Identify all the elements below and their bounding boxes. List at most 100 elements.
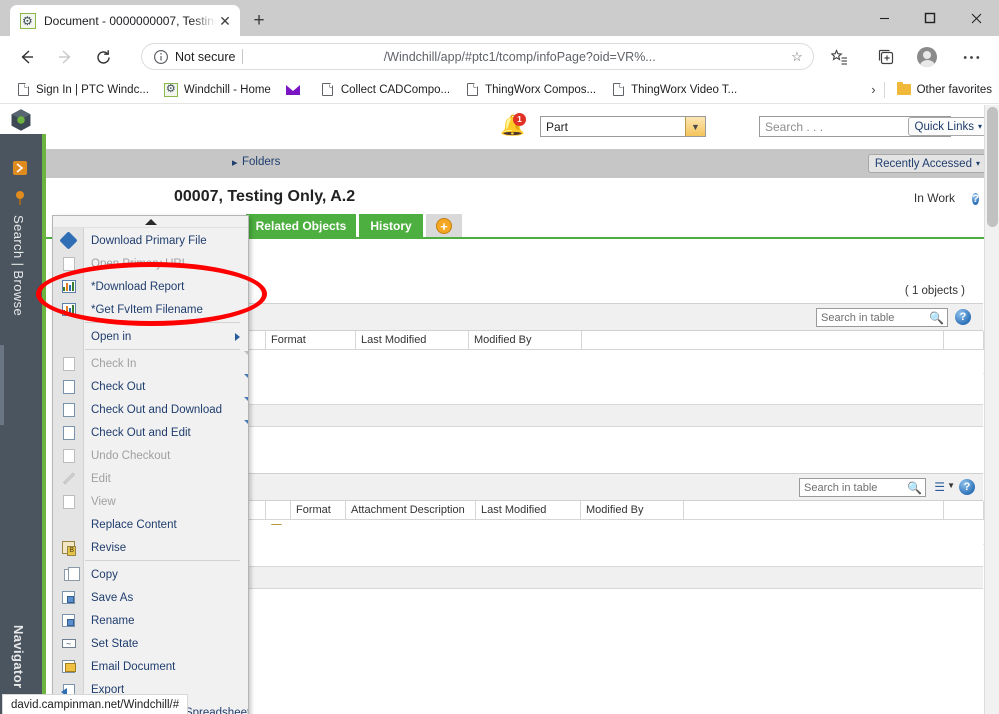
chevron-down-icon: ▾ — [977, 122, 982, 131]
chevron-down-icon[interactable]: ▼ — [685, 117, 705, 136]
pin-icon[interactable] — [9, 187, 31, 209]
menu-item-edit: Edit — [53, 467, 248, 490]
browser-navbar: Not secure /Windchill/app/#ptc1/tcomp/in… — [0, 36, 999, 76]
bookmark-item[interactable] — [278, 78, 313, 102]
col-extra[interactable] — [683, 501, 944, 520]
recently-accessed-button[interactable]: Recently Accessed ▾ — [867, 154, 987, 173]
copy-icon — [53, 563, 84, 586]
col-modified-by[interactable]: Modified By — [580, 501, 684, 520]
menu-item-label: View — [91, 495, 116, 508]
back-arrow-icon[interactable] — [14, 44, 40, 70]
search-type-select[interactable]: Part ▼ — [540, 116, 706, 137]
col-attachment-description[interactable]: Attachment Description — [345, 501, 476, 520]
close-window-icon[interactable] — [953, 0, 999, 36]
bookmarks-overflow: › Other favorites — [863, 78, 999, 102]
ptc-windchill-logo[interactable] — [0, 105, 42, 134]
magnifier-icon[interactable]: 🔍 — [904, 481, 925, 495]
col-modified-by[interactable]: Modified By — [468, 331, 582, 350]
bookmark-item[interactable]: Windchill - Home — [156, 78, 278, 102]
table-search-input[interactable] — [800, 480, 905, 495]
reload-icon[interactable] — [90, 44, 116, 70]
magnifier-icon[interactable]: 🔍 — [926, 311, 947, 325]
table-search-2[interactable]: 🔍 — [799, 478, 926, 497]
search-input[interactable] — [760, 118, 922, 135]
menu-item-check-out-and-edit[interactable]: Check Out and Edit — [53, 420, 248, 444]
col-last-modified[interactable]: Last Modified — [355, 331, 469, 350]
menu-item-check-out-and-download[interactable]: Check Out and Download — [53, 397, 248, 421]
add-tab-button[interactable]: + — [426, 214, 462, 237]
help-icon[interactable]: ? — [972, 193, 979, 205]
content-panel-1-body — [236, 355, 983, 404]
report-chart-icon — [53, 298, 84, 321]
maximize-icon[interactable] — [907, 0, 953, 36]
help-icon[interactable]: ? — [959, 479, 975, 495]
settings-more-icon[interactable] — [958, 44, 984, 70]
breadcrumb-folders-link[interactable]: Folders — [242, 156, 280, 168]
menu-item-download-report[interactable]: *Download Report — [53, 275, 248, 298]
col-format[interactable]: Format — [265, 331, 356, 350]
menu-item-revise[interactable]: Revise — [53, 536, 248, 559]
menu-item-download-primary-file[interactable]: Download Primary File — [53, 229, 248, 252]
page-icon — [320, 82, 336, 96]
chevron-down-icon[interactable]: ▼ — [947, 481, 955, 490]
page-viewport: Search | Browse Navigator 🔔 1 Part ▼ 🔍 ▼… — [0, 105, 999, 714]
tab-history[interactable]: History — [359, 214, 423, 237]
favorites-collections-icon[interactable] — [826, 44, 852, 70]
page-scrollbar[interactable] — [984, 105, 999, 714]
profile-avatar-icon[interactable] — [914, 44, 940, 70]
tab-related-objects[interactable]: Related Objects — [246, 214, 356, 237]
bookmark-item[interactable]: Collect CADCompo... — [313, 78, 457, 102]
table-view-icon[interactable]: ☰ — [934, 480, 945, 494]
help-icon[interactable]: ? — [955, 309, 971, 325]
address-bar[interactable]: Not secure /Windchill/app/#ptc1/tcomp/in… — [141, 43, 814, 70]
menu-item-label: Email Document — [91, 660, 176, 673]
browser-essentials-icon[interactable] — [873, 44, 899, 70]
menu-item-check-out[interactable]: Check Out — [53, 374, 248, 398]
col-last-modified[interactable]: Last Modified — [475, 501, 581, 520]
menu-item-get-fvitem-filename[interactable]: *Get FvItem Filename — [53, 298, 248, 321]
quick-links-button[interactable]: Quick Links ▾ — [907, 117, 989, 136]
url-text[interactable]: /Windchill/app/#ptc1/tcomp/infoPage?oid=… — [251, 50, 788, 64]
other-favorites-button[interactable]: Other favorites — [889, 78, 999, 102]
browser-tab[interactable]: ⚙ Document - 0000000007, Testing ✕ — [10, 5, 240, 36]
page-icon — [464, 82, 480, 96]
menu-item-label: Open in — [91, 330, 132, 343]
table-search-1[interactable]: 🔍 — [816, 308, 948, 327]
navigator-label[interactable]: Navigator — [11, 625, 26, 689]
menu-item-label: Check In — [91, 357, 137, 370]
bookmark-item[interactable]: Sign In | PTC Windc... — [8, 78, 156, 102]
bookmark-label: Sign In | PTC Windc... — [36, 83, 149, 96]
menu-item-open-primary-url: Open Primary URL — [53, 252, 248, 275]
close-tab-icon[interactable]: ✕ — [216, 12, 234, 30]
bookmark-star-icon[interactable]: ☆ — [788, 49, 806, 65]
scroll-up-arrow-icon[interactable] — [53, 216, 248, 228]
windchill-favicon-icon: ⚙ — [20, 12, 36, 29]
set-state-icon: ∼ — [53, 632, 84, 655]
menu-item-save-as[interactable]: Save As — [53, 586, 248, 609]
search-browse-label[interactable]: Search | Browse — [11, 215, 26, 316]
chevron-right-icon[interactable]: › — [863, 82, 883, 97]
bookmark-label: ThingWorx Video T... — [631, 83, 738, 96]
table-search-input[interactable] — [817, 310, 927, 325]
menu-item-rename[interactable]: Rename — [53, 609, 248, 632]
check-out-download-icon — [53, 397, 248, 421]
menu-item-set-state[interactable]: ∼ Set State — [53, 632, 248, 655]
page-scroll-thumb[interactable] — [987, 107, 998, 227]
no-icon — [53, 513, 84, 536]
content-toolbar-1: 🔍 ? — [237, 303, 983, 331]
menu-item-copy[interactable]: Copy — [53, 563, 248, 586]
bookmark-item[interactable]: ThingWorx Video T... — [603, 78, 744, 102]
col-format[interactable]: Format — [290, 501, 346, 520]
bookmark-icon[interactable] — [9, 157, 31, 179]
menu-item-email-document[interactable]: Email Document — [53, 655, 248, 678]
minimize-icon[interactable] — [861, 0, 907, 36]
new-tab-button[interactable]: + — [247, 9, 271, 33]
table-header-row: Format Last Modified Modified By — [237, 331, 984, 350]
notifications-button[interactable]: 🔔 1 — [500, 113, 526, 141]
menu-item-replace-content[interactable]: Replace Content — [53, 513, 248, 536]
menu-item-open-in[interactable]: Open in — [53, 325, 248, 348]
object-header: 00007, Testing Only, A.2 In Work ? — [46, 178, 999, 214]
col-extra[interactable] — [581, 331, 944, 350]
bookmark-item[interactable]: ThingWorx Compos... — [457, 78, 603, 102]
menu-item-label: Open Primary URL — [91, 257, 189, 270]
